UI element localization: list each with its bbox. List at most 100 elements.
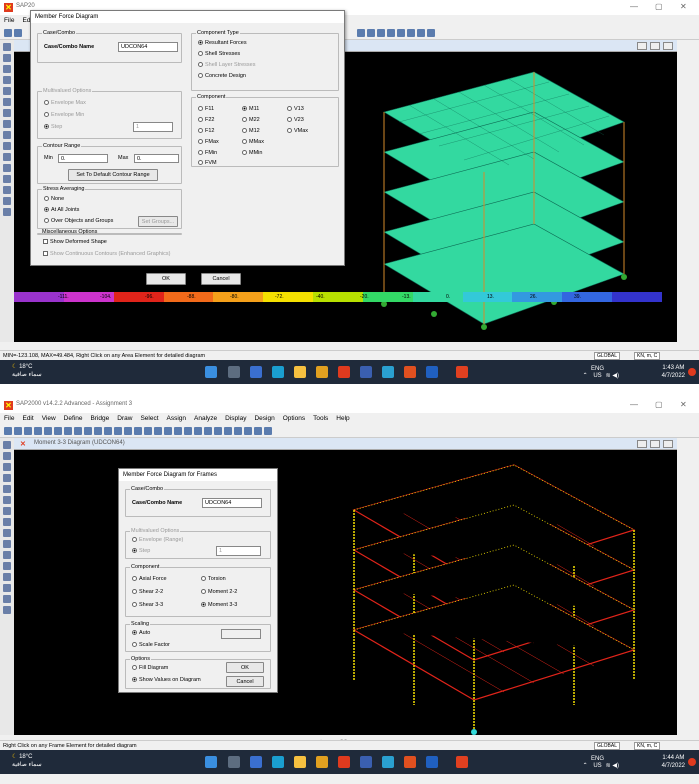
volume-icon[interactable]: ◀) xyxy=(612,763,619,769)
lang-indicator[interactable]: ENG xyxy=(591,366,604,372)
menu-item[interactable]: Tools xyxy=(309,413,332,424)
grid-icon[interactable] xyxy=(356,29,365,37)
component-radio[interactable]: M11 xyxy=(242,106,259,113)
rect-icon[interactable] xyxy=(3,109,11,117)
shear-33-radio[interactable]: Shear 3-3 xyxy=(132,602,163,609)
menu-item[interactable]: Display xyxy=(221,413,250,424)
snap-mid-icon[interactable] xyxy=(3,197,11,205)
pencil-icon[interactable] xyxy=(54,427,62,435)
view-close-icon[interactable] xyxy=(663,440,673,448)
joint-icon[interactable] xyxy=(3,529,11,537)
snap-end-icon[interactable] xyxy=(3,584,11,592)
save-icon[interactable] xyxy=(24,427,32,435)
clock[interactable]: 1:44 AM 4/7/2022 xyxy=(662,754,685,770)
notification-badge[interactable] xyxy=(688,758,696,766)
concrete-design-radio[interactable]: Concrete Design xyxy=(198,73,246,80)
snap-int-icon[interactable] xyxy=(3,606,11,614)
show-values-radio[interactable]: Show Values on Diagram xyxy=(132,677,201,684)
component-radio[interactable]: F22 xyxy=(198,117,214,124)
all-icon[interactable] xyxy=(3,142,11,150)
shell-stresses-radio[interactable]: Shell Stresses xyxy=(198,51,240,58)
photos-icon[interactable] xyxy=(404,366,416,378)
component-radio[interactable]: M22 xyxy=(242,117,260,124)
step-input[interactable]: 1 xyxy=(216,546,261,556)
line-icon[interactable] xyxy=(3,463,11,471)
xy-icon[interactable] xyxy=(134,427,142,435)
component-radio[interactable]: F12 xyxy=(198,128,214,135)
snap-end-icon[interactable] xyxy=(3,186,11,194)
sap-taskbar-icon[interactable] xyxy=(338,366,350,378)
minimize-icon[interactable]: — xyxy=(630,2,638,11)
menu-item[interactable]: Assign xyxy=(163,413,191,424)
chrome-icon[interactable] xyxy=(316,756,328,768)
ps-icon[interactable] xyxy=(426,366,438,378)
zoom-out-icon[interactable] xyxy=(104,427,112,435)
percent-icon[interactable] xyxy=(376,29,385,37)
set-default-contour-button[interactable]: Set To Default Contour Range xyxy=(68,169,158,181)
menu-item[interactable]: File xyxy=(0,413,18,424)
notification-badge[interactable] xyxy=(688,368,696,376)
pointer-icon[interactable] xyxy=(3,441,11,449)
units-select[interactable]: KN, m, C xyxy=(634,352,661,360)
all-icon[interactable] xyxy=(3,540,11,548)
shear-22-radio[interactable]: Shear 2-2 xyxy=(132,589,163,596)
snap-grid-icon[interactable] xyxy=(3,175,11,183)
menu-item[interactable]: Analyze xyxy=(190,413,221,424)
draw-icon[interactable] xyxy=(3,54,11,62)
clear-icon[interactable] xyxy=(3,164,11,172)
menu-item[interactable]: View xyxy=(38,413,60,424)
component-radio[interactable]: V23 xyxy=(287,117,304,124)
case-combo-select[interactable]: UDCON64 xyxy=(202,498,262,508)
ok-button[interactable]: OK xyxy=(146,273,186,285)
envelope-range-radio[interactable]: Envelope (Range) xyxy=(132,537,183,544)
shell-layer-stresses-radio[interactable]: Shell Layer Stresses xyxy=(198,62,255,69)
revit-icon[interactable] xyxy=(360,366,372,378)
edge-icon[interactable] xyxy=(272,366,284,378)
edge-icon[interactable] xyxy=(272,756,284,768)
run-icon[interactable] xyxy=(74,427,82,435)
moment-icon[interactable] xyxy=(244,427,252,435)
task-view-icon[interactable] xyxy=(228,366,240,378)
component-radio[interactable]: FMin xyxy=(198,150,217,157)
frame-icon[interactable] xyxy=(386,29,395,37)
zoom-in-icon[interactable] xyxy=(94,427,102,435)
resultant-forces-radio[interactable]: Resultant Forces xyxy=(198,40,247,47)
component-radio[interactable]: FMax xyxy=(198,139,219,146)
close-icon[interactable]: ✕ xyxy=(680,2,687,11)
joint-icon[interactable] xyxy=(3,131,11,139)
coord-system-select[interactable]: GLOBAL xyxy=(594,742,621,750)
select-icon[interactable] xyxy=(3,485,11,493)
3d-icon[interactable] xyxy=(124,427,132,435)
moment-icon[interactable] xyxy=(406,29,415,37)
line-icon[interactable] xyxy=(3,65,11,73)
view-close-icon[interactable] xyxy=(663,42,673,50)
firefox-icon[interactable] xyxy=(456,366,468,378)
snap-int-icon[interactable] xyxy=(3,208,11,216)
new-icon[interactable] xyxy=(4,29,12,37)
max-input[interactable]: 0. xyxy=(134,154,179,163)
snap-icon[interactable] xyxy=(3,474,11,482)
step-radio[interactable]: Step xyxy=(132,548,150,555)
down-icon[interactable] xyxy=(184,427,192,435)
prev-icon[interactable] xyxy=(3,153,11,161)
ps-icon[interactable] xyxy=(426,756,438,768)
prev-icon[interactable] xyxy=(3,551,11,559)
view-minimize-icon[interactable] xyxy=(637,440,647,448)
scale-factor-radio[interactable]: Scale Factor xyxy=(132,642,170,649)
menu-file[interactable]: File xyxy=(0,15,18,26)
auto-radio[interactable]: Auto xyxy=(132,630,150,637)
section-icon[interactable] xyxy=(396,29,405,37)
view-restore-icon[interactable] xyxy=(650,42,660,50)
display-icon[interactable] xyxy=(426,29,435,37)
chevron-up-icon[interactable]: ⌃ xyxy=(583,763,588,769)
component-radio[interactable]: MMin xyxy=(242,150,262,157)
task-view-icon[interactable] xyxy=(228,756,240,768)
show-deformed-checkbox[interactable]: Show Deformed Shape xyxy=(43,239,107,246)
area-icon[interactable] xyxy=(3,496,11,504)
lang-indicator[interactable]: ENG xyxy=(591,756,604,762)
draw-icon[interactable] xyxy=(3,452,11,460)
pointer-icon[interactable] xyxy=(3,43,11,51)
coord-system-select[interactable]: GLOBAL xyxy=(594,352,621,360)
clear-icon[interactable] xyxy=(3,562,11,570)
undo-icon[interactable] xyxy=(34,427,42,435)
